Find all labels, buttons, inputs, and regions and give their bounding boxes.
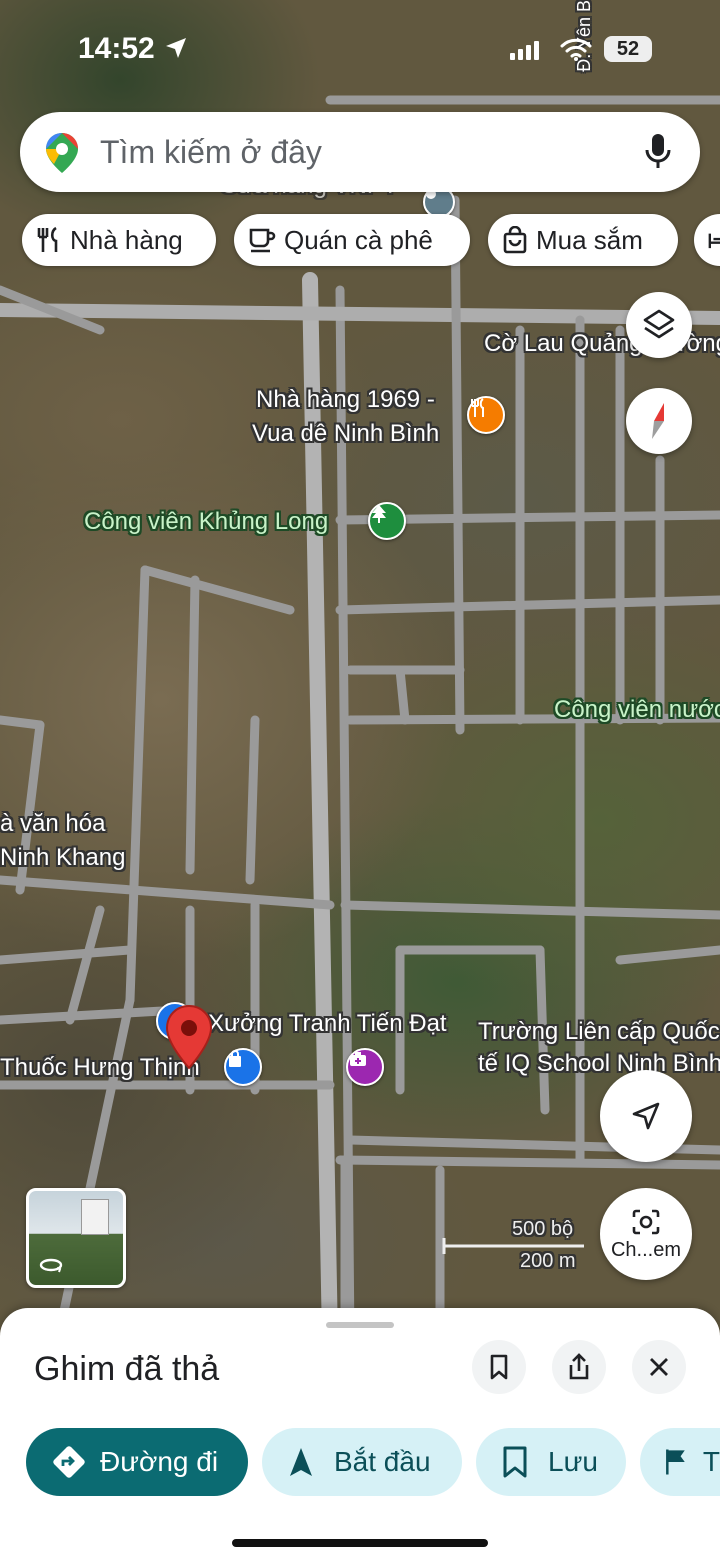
sheet-title: Ghim đã thả	[34, 1350, 220, 1388]
label-button[interactable]: T	[640, 1428, 720, 1496]
directions-label: Đường đi	[100, 1446, 219, 1477]
coffee-icon	[249, 228, 276, 253]
camera-search-button[interactable]: Ch...em	[600, 1188, 692, 1280]
dropped-pin-icon[interactable]	[164, 1004, 214, 1070]
bottom-sheet[interactable]: Ghim đã thả Đường đi Bắt đầu Lưu T	[0, 1308, 720, 1560]
status-time: 14:52	[78, 32, 155, 65]
battery-indicator: 52	[604, 36, 652, 62]
rotate-360-icon	[39, 1258, 63, 1273]
poi-label-water-park[interactable]: Công viên nước	[554, 696, 720, 724]
poi-label-school-1[interactable]: Trường Liên cấp Quốc	[478, 1018, 720, 1046]
chip-label: Nhà hàng	[70, 224, 183, 255]
shopping-bag-icon	[229, 1050, 241, 1067]
location-arrow-icon	[166, 38, 186, 58]
chip-coffee[interactable]: Quán cà phê	[234, 214, 470, 266]
save-button[interactable]: Lưu	[476, 1428, 626, 1496]
start-label: Bắt đầu	[334, 1446, 431, 1477]
mic-icon[interactable]	[644, 132, 672, 172]
shopping-marker[interactable]	[224, 1048, 262, 1086]
camera-plus-icon	[350, 1052, 366, 1066]
layers-button[interactable]	[626, 292, 692, 358]
poi-label-park[interactable]: Công viên Khủng Long	[84, 508, 328, 536]
park-marker[interactable]	[368, 502, 406, 540]
building-shape	[81, 1199, 109, 1235]
close-icon	[650, 1358, 668, 1376]
directions-icon	[53, 1446, 85, 1478]
search-bar[interactable]: Tìm kiếm ở đây	[20, 112, 700, 192]
shopping-bag-icon	[503, 226, 527, 254]
flag-icon	[666, 1449, 685, 1475]
poi-label-workshop[interactable]: Xưởng Tranh Tiến Đạt	[208, 1010, 447, 1038]
save-label: Lưu	[548, 1446, 598, 1477]
camera-button-label: Ch...em	[610, 1238, 682, 1261]
chip-restaurants[interactable]: Nhà hàng	[22, 214, 216, 266]
signal-icon	[510, 41, 539, 60]
fork-knife-icon	[471, 398, 484, 417]
poi-label-culture-2[interactable]: Ninh Khang	[0, 844, 125, 872]
share-icon	[569, 1353, 589, 1380]
navigation-arrow-icon	[290, 1448, 312, 1476]
bookmark-icon	[503, 1446, 527, 1478]
scale-label-feet: 500 bộ	[512, 1218, 574, 1240]
poi-label-restaurant-1[interactable]: Nhà hàng 1969 -	[256, 386, 435, 414]
chip-shopping[interactable]: Mua sắm	[488, 214, 678, 266]
my-location-button[interactable]	[600, 1070, 692, 1162]
street-view-thumbnail[interactable]	[26, 1188, 126, 1288]
compass-icon	[652, 403, 664, 439]
scale-label-meters: 200 m	[520, 1250, 576, 1272]
compass-button[interactable]	[626, 388, 692, 454]
share-button[interactable]	[552, 1340, 606, 1394]
status-bar: 14:52 52	[0, 0, 720, 100]
start-button[interactable]: Bắt đầu	[262, 1428, 462, 1496]
bookmark-icon	[490, 1354, 508, 1380]
sheet-drag-handle[interactable]	[326, 1322, 394, 1328]
restaurant-icon	[37, 226, 58, 252]
poi-label-restaurant-2[interactable]: Vua dê Ninh Bình	[252, 420, 439, 448]
camera-poi-marker[interactable]	[346, 1048, 384, 1086]
label-button-text: T	[702, 1446, 720, 1477]
navigation-arrow-icon	[632, 1102, 660, 1130]
poi-label-culture-1[interactable]: à văn hóa	[0, 810, 105, 838]
poi-label-school-2[interactable]: tế IQ School Ninh Bình	[478, 1050, 720, 1078]
search-input[interactable]: Tìm kiếm ở đây	[100, 134, 322, 171]
directions-button[interactable]: Đường đi	[26, 1428, 248, 1496]
chip-label: Mua sắm	[536, 224, 643, 255]
google-maps-pin-icon	[46, 133, 78, 173]
home-indicator[interactable]	[232, 1539, 488, 1547]
tree-icon	[372, 505, 386, 523]
layers-icon	[643, 309, 675, 339]
wifi-icon	[560, 38, 592, 61]
close-button[interactable]	[632, 1340, 686, 1394]
camera-lens-icon	[632, 1209, 660, 1234]
hotel-icon	[708, 233, 720, 249]
save-round-button[interactable]	[472, 1340, 526, 1394]
restaurant-marker[interactable]	[467, 396, 505, 434]
chip-label: Quán cà phê	[284, 224, 433, 255]
